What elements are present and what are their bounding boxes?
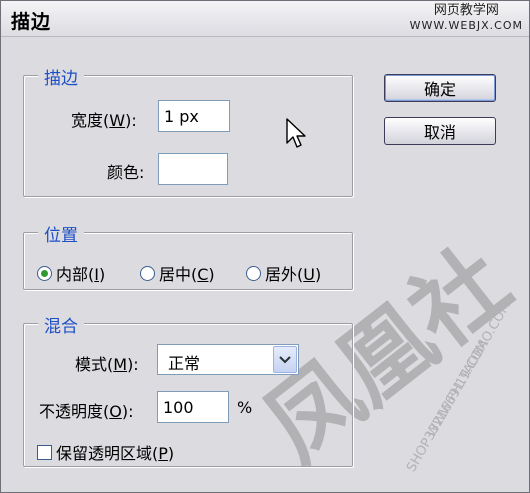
- radio-inside[interactable]: 内部(I): [37, 261, 105, 285]
- radio-inside-label: 内部(: [56, 265, 95, 284]
- mode-label: 模式(M):: [75, 351, 139, 375]
- width-label-key: W: [109, 111, 126, 130]
- radio-outside[interactable]: 居外(U): [246, 261, 321, 285]
- blend-mode-select[interactable]: 正常: [157, 344, 299, 375]
- color-label: 颜色:: [107, 163, 145, 182]
- radio-center[interactable]: 居中(C): [140, 261, 215, 285]
- site-watermark-url: WWW.WEBJX.COM: [409, 19, 523, 32]
- width-label-end: ):: [125, 111, 137, 130]
- radio-center-dot[interactable]: [140, 265, 155, 281]
- mode-label-end: ):: [127, 355, 139, 374]
- radio-center-key: C: [197, 265, 209, 284]
- width-label: 宽度(W):: [71, 107, 137, 131]
- opacity-label-end: ):: [121, 402, 134, 421]
- radio-outside-key: U: [303, 265, 315, 284]
- site-watermark: 网页教学网 WWW.WEBJX.COM: [410, 3, 523, 33]
- opacity-label-text: 不透明度(: [39, 402, 110, 421]
- preserve-transparency-label: 保留透明区域(: [56, 444, 159, 463]
- blend-mode-value: 正常: [168, 354, 201, 373]
- stroke-group-legend: 描边: [38, 64, 84, 89]
- opacity-input[interactable]: [157, 391, 229, 423]
- color-swatch[interactable]: [158, 153, 228, 185]
- radio-outside-dot[interactable]: [246, 265, 261, 281]
- stamp-watermark-site: WWW.FH19.COM: [424, 337, 492, 439]
- position-group-legend: 位置: [38, 221, 84, 246]
- width-label-text: 宽度(: [71, 111, 110, 130]
- preserve-transparency-key: P: [158, 444, 168, 463]
- radio-inside-dot[interactable]: [37, 265, 52, 281]
- stroke-dialog: 描边 网页教学网 WWW.WEBJX.COM 凤凰社 SHOP33216691.…: [0, 0, 530, 493]
- mode-label-text: 模式(: [75, 355, 114, 374]
- opacity-label: 不透明度(O):: [39, 398, 133, 422]
- chevron-down-icon[interactable]: [273, 346, 297, 373]
- radio-inside-end: ): [98, 265, 106, 284]
- title-bar[interactable]: 描边 网页教学网 WWW.WEBJX.COM: [1, 1, 529, 37]
- dialog-title: 描边: [11, 11, 52, 33]
- cancel-button[interactable]: 取消: [384, 117, 496, 145]
- opacity-label-key: O: [109, 402, 122, 421]
- mode-label-key: M: [113, 355, 128, 374]
- radio-outside-end: ): [314, 265, 322, 284]
- width-input[interactable]: [158, 100, 230, 132]
- site-watermark-name: 网页教学网: [433, 3, 499, 18]
- opacity-unit: %: [237, 398, 253, 417]
- radio-outside-label: 居外(: [265, 265, 304, 284]
- stamp-watermark-shop: SHOP33216691.TAOBAO.COM: [404, 299, 514, 475]
- radio-center-end: ): [208, 265, 215, 284]
- radio-center-label: 居中(: [159, 265, 198, 284]
- ok-button[interactable]: 确定: [384, 74, 496, 102]
- mouse-pointer-icon: [286, 118, 306, 148]
- preserve-transparency-checkbox[interactable]: 保留透明区域(P): [37, 440, 174, 464]
- preserve-transparency-box[interactable]: [37, 444, 52, 460]
- blend-group-legend: 混合: [38, 312, 84, 337]
- preserve-transparency-end: ): [167, 444, 175, 463]
